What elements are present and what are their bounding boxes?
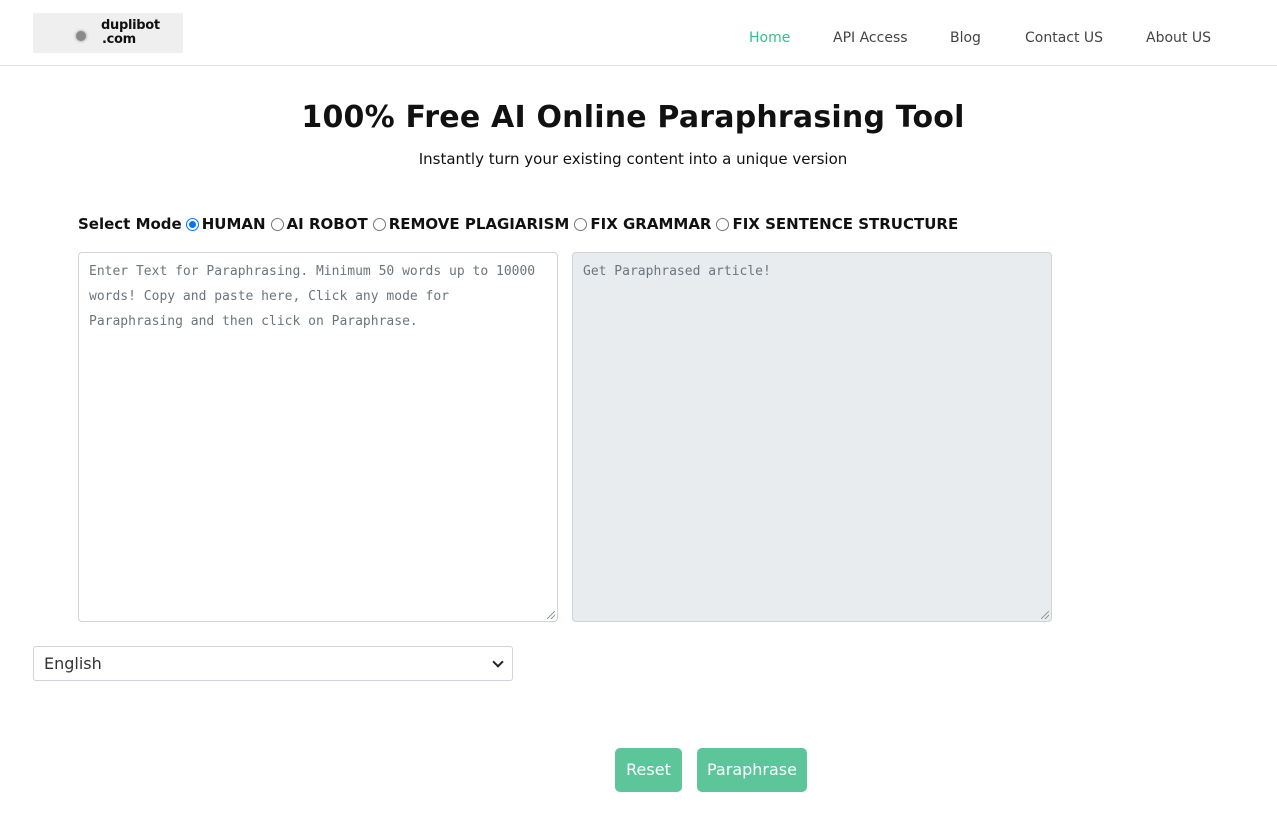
nav-contact-us[interactable]: Contact US (1025, 30, 1103, 46)
output-placeholder: Get Paraphrased article! (583, 264, 771, 279)
page-subtitle: Instantly turn your existing content int… (418, 150, 848, 168)
site-header: duplibot .com Home API Access Blog Conta… (0, 0, 1277, 66)
mode-fix-grammar-label[interactable]: FIX GRAMMAR (590, 215, 711, 233)
mode-label: Select Mode (78, 215, 182, 233)
logo-text-line2: .com (102, 32, 136, 47)
page-title: 100% Free AI Online Paraphrasing Tool (301, 100, 965, 135)
mode-ai-robot-label[interactable]: AI ROBOT (287, 215, 368, 233)
resize-handle-icon[interactable] (547, 611, 555, 619)
language-selected-value: English (44, 654, 102, 673)
mode-fix-sentence-structure-label[interactable]: FIX SENTENCE STRUCTURE (732, 215, 958, 233)
output-textarea[interactable]: Get Paraphrased article! (572, 252, 1052, 622)
language-select[interactable]: English (33, 646, 513, 681)
mode-selector: Select Mode HUMAN AI ROBOT REMOVE PLAGIA… (78, 213, 962, 235)
nav-api-access[interactable]: API Access (833, 30, 908, 46)
mode-fix-grammar-radio[interactable] (574, 217, 588, 231)
nav-blog[interactable]: Blog (950, 30, 981, 46)
mode-human-label[interactable]: HUMAN (202, 215, 266, 233)
reset-button[interactable]: Reset (615, 748, 682, 792)
input-textarea[interactable]: Enter Text for Paraphrasing. Minimum 50 … (78, 252, 558, 622)
mode-fix-sentence-structure-radio[interactable] (716, 217, 730, 231)
mode-human-radio[interactable] (185, 217, 199, 231)
nav-home[interactable]: Home (749, 30, 790, 46)
nav-about-us[interactable]: About US (1146, 30, 1211, 46)
chevron-down-icon (492, 656, 504, 668)
resize-handle-icon[interactable] (1041, 611, 1049, 619)
paraphrase-button[interactable]: Paraphrase (697, 748, 807, 792)
mode-remove-plagiarism-label[interactable]: REMOVE PLAGIARISM (389, 215, 570, 233)
logo-mark-icon (76, 31, 86, 41)
logo-text-line1: duplibot (101, 18, 160, 33)
site-logo[interactable]: duplibot .com (33, 13, 183, 53)
input-placeholder: Enter Text for Paraphrasing. Minimum 50 … (89, 264, 536, 329)
mode-ai-robot-radio[interactable] (270, 217, 284, 231)
mode-remove-plagiarism-radio[interactable] (372, 217, 386, 231)
